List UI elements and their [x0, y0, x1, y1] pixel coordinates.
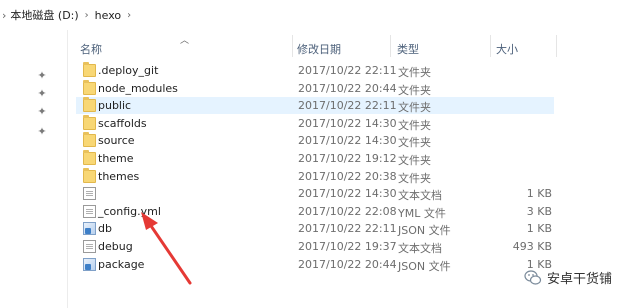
annotation-arrow-head: [141, 212, 158, 230]
watermark-text: 安卓干货铺: [547, 272, 613, 287]
wechat-logo-icon: [524, 269, 542, 285]
annotation-arrow-shaft: [145, 218, 192, 285]
watermark: 安卓干货铺: [524, 268, 612, 287]
annotation-arrow: [141, 212, 192, 285]
